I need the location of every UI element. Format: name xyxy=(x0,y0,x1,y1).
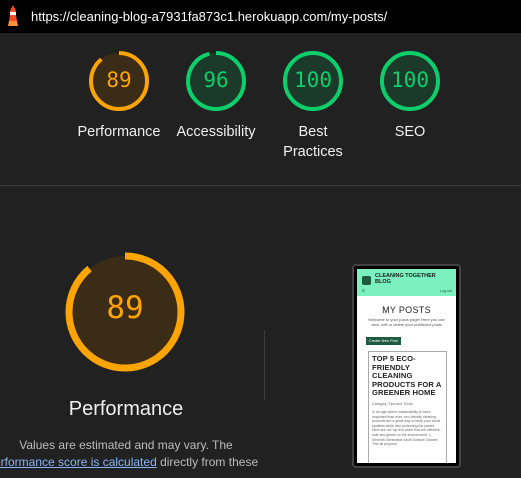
gauge-label: Best Practices xyxy=(283,124,343,160)
performance-note: Values are estimated and may vary. The xyxy=(19,438,233,452)
preview-intro: Welcome to your posts page! Here you can… xyxy=(368,317,445,327)
preview-create-button: Create New Post xyxy=(366,337,401,345)
lighthouse-icon xyxy=(8,6,18,26)
preview-login: Log out xyxy=(440,289,452,293)
performance-note-line2: erformance score is calculated directly … xyxy=(0,455,258,469)
final-screenshot-thumbnail[interactable]: CLEANING TOGETHER BLOG ≡ Log out MY POST… xyxy=(352,264,461,468)
performance-score-value: 89 xyxy=(106,290,144,326)
browser-url-bar: https://cleaning-blog-a7931fa873c1.herok… xyxy=(0,0,521,33)
performance-title: Performance xyxy=(68,398,184,420)
preview-post-card: TOP 5 ECO-FRIENDLY CLEANING PRODUCTS FOR… xyxy=(368,351,447,463)
gauge-seo[interactable]: 100 SEO xyxy=(350,50,470,142)
vertical-divider xyxy=(264,330,265,400)
preview-header: CLEANING TOGETHER BLOG ≡ Log out xyxy=(357,269,456,296)
preview-brand: CLEANING TOGETHER BLOG xyxy=(375,273,436,285)
preview-logo-icon xyxy=(362,276,371,285)
score-calculation-link[interactable]: erformance score is calculated xyxy=(0,455,157,469)
page-url[interactable]: https://cleaning-blog-a7931fa873c1.herok… xyxy=(31,9,387,24)
preview-card-category: Category: Tips and Tricks xyxy=(372,401,413,406)
preview-card-title: TOP 5 ECO-FRIENDLY CLEANING PRODUCTS FOR… xyxy=(372,354,442,398)
menu-icon: ≡ xyxy=(362,288,365,294)
score-value: 100 xyxy=(391,68,429,92)
preview-card-body: In an age where sustainability is more i… xyxy=(372,409,441,447)
section-divider xyxy=(0,185,521,186)
screenshot-page: CLEANING TOGETHER BLOG ≡ Log out MY POST… xyxy=(357,269,456,463)
preview-page-title: MY POSTS xyxy=(382,305,431,315)
gauge-label: SEO xyxy=(394,124,426,140)
note-text: directly from these xyxy=(156,455,259,469)
